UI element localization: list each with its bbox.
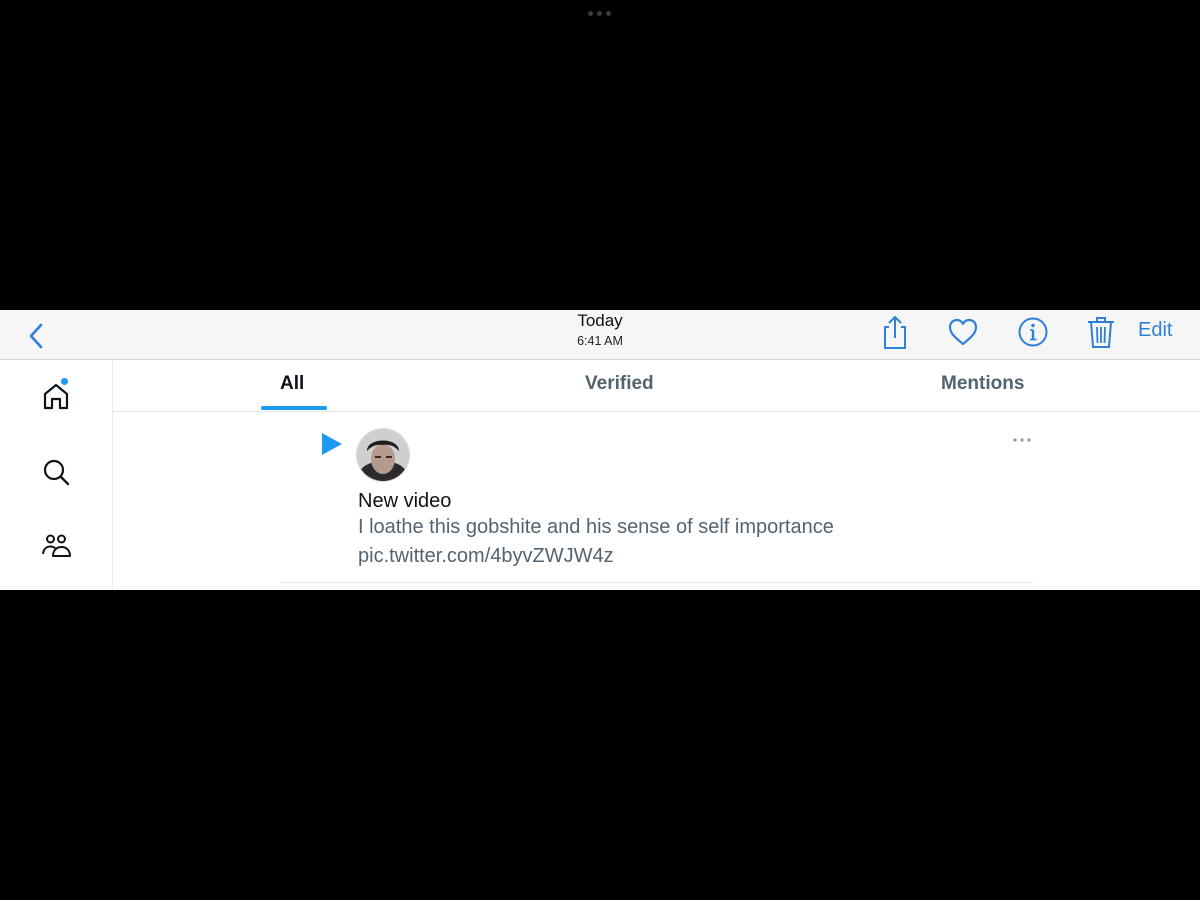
avatar[interactable] bbox=[357, 429, 409, 481]
more-icon[interactable] bbox=[1012, 436, 1032, 444]
info-icon[interactable] bbox=[1016, 313, 1050, 351]
edit-button[interactable]: Edit bbox=[1138, 319, 1172, 342]
screen: Today 6:41 AM Edit All Verified Mentions… bbox=[0, 0, 1200, 900]
dot bbox=[588, 11, 593, 16]
tab-mentions[interactable]: Mentions bbox=[941, 373, 1024, 395]
home-icon[interactable] bbox=[40, 380, 72, 412]
dot bbox=[597, 11, 602, 16]
notification-tabs: All Verified Mentions bbox=[113, 360, 1200, 412]
trash-icon[interactable] bbox=[1084, 313, 1118, 351]
notification-text: I loathe this gobshite and his sense of … bbox=[358, 516, 834, 538]
tab-all[interactable]: All bbox=[280, 373, 304, 395]
nav-title-block: Today 6:41 AM bbox=[500, 311, 700, 349]
nav-subtitle: 6:41 AM bbox=[577, 334, 623, 348]
nav-title: Today bbox=[577, 311, 623, 330]
notification-link[interactable]: pic.twitter.com/4byvZWJW4z bbox=[358, 545, 614, 568]
heart-icon[interactable] bbox=[946, 313, 980, 351]
search-icon[interactable] bbox=[40, 456, 72, 488]
notification-dot bbox=[61, 378, 68, 385]
tab-verified[interactable]: Verified bbox=[585, 373, 654, 395]
share-icon[interactable] bbox=[878, 313, 912, 351]
avatar-photo bbox=[357, 429, 409, 481]
active-tab-indicator bbox=[261, 406, 327, 410]
sidebar bbox=[0, 360, 113, 590]
photo-nav-bar: Today 6:41 AM Edit bbox=[0, 310, 1200, 360]
multitasking-dots[interactable] bbox=[588, 11, 611, 16]
notification-title: New video bbox=[358, 490, 452, 512]
screenshot-photo: Today 6:41 AM Edit All Verified Mentions… bbox=[0, 310, 1200, 590]
dot bbox=[606, 11, 611, 16]
play-icon bbox=[322, 433, 342, 455]
chevron-left-icon[interactable] bbox=[26, 318, 48, 352]
people-icon[interactable] bbox=[40, 530, 72, 562]
notification-item[interactable]: New video I loathe this gobshite and his… bbox=[280, 412, 1033, 583]
